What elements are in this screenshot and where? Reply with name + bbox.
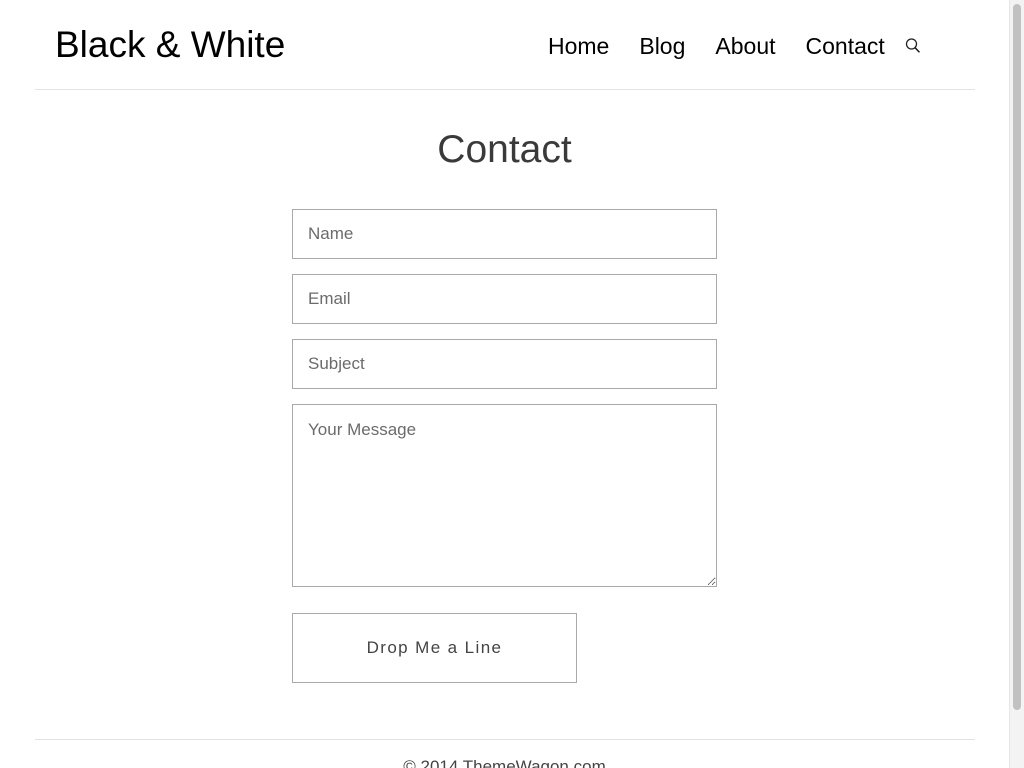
footer-divider <box>35 739 975 740</box>
subject-field[interactable] <box>292 339 717 389</box>
page-title: Contact <box>437 128 572 171</box>
footer-copyright: © 2014 ThemeWagon.com <box>403 757 606 768</box>
email-field[interactable] <box>292 274 717 324</box>
main-nav: Home Blog About Contact <box>548 30 921 62</box>
nav-item-home[interactable]: Home <box>548 30 609 62</box>
nav-item-contact[interactable]: Contact <box>806 30 885 62</box>
search-icon[interactable] <box>905 37 921 55</box>
scrollbar-thumb[interactable] <box>1013 4 1021 710</box>
name-field[interactable] <box>292 209 717 259</box>
nav-item-about[interactable]: About <box>715 30 775 62</box>
nav-item-blog[interactable]: Blog <box>639 30 685 62</box>
submit-button[interactable]: Drop Me a Line <box>292 613 577 683</box>
header-divider <box>35 89 975 90</box>
site-title[interactable]: Black & White <box>55 22 285 68</box>
message-field[interactable] <box>292 404 717 587</box>
page: Black & White Home Blog About Contact Co… <box>0 0 1024 768</box>
